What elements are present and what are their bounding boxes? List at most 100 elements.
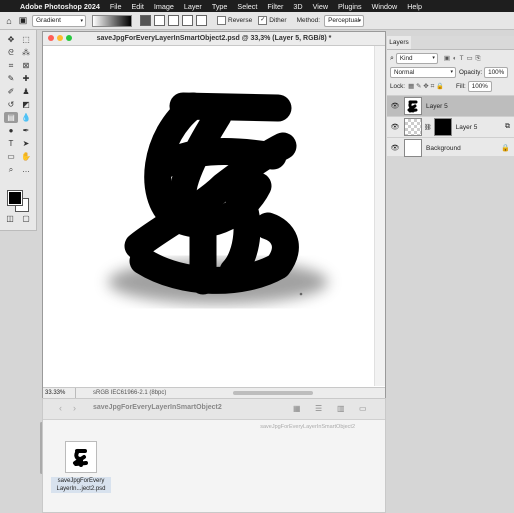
grid-view-icon[interactable]: ▦ xyxy=(293,404,301,413)
layer-thumbnail xyxy=(404,97,422,115)
blend-mode-select[interactable]: Normal ▾ xyxy=(390,67,456,78)
pen-tool-icon[interactable]: ✒ xyxy=(19,125,33,136)
eye-icon[interactable]: 👁 xyxy=(389,123,401,131)
menu-image[interactable]: Image xyxy=(154,2,174,11)
eye-icon[interactable]: 👁 xyxy=(389,102,401,110)
blend-opacity-row: Normal ▾ Opacity: 100% xyxy=(387,67,514,78)
layer-row[interactable]: 👁 Background 🔒 xyxy=(387,137,514,158)
foreground-color-swatch[interactable] xyxy=(7,190,23,206)
menu-select[interactable]: Select xyxy=(237,2,257,11)
blend-mode-value: Normal xyxy=(394,69,415,76)
layers-panel: Layers ⌕ Kind ▾ ▣◐T▭⎘ Normal ▾ Opacity: … xyxy=(387,36,514,158)
layer-name[interactable]: Background xyxy=(426,145,461,152)
layer-thumbnail xyxy=(404,139,422,157)
path-label: saveJpgForEveryLayerInSmartObject2 xyxy=(260,424,355,430)
menu-edit[interactable]: Edit xyxy=(131,2,143,11)
eyedropper-tool-icon[interactable]: ✎ xyxy=(4,73,18,84)
app-name[interactable]: Adobe Photoshop 2024 xyxy=(20,2,100,11)
menu-layer[interactable]: Layer xyxy=(184,2,202,11)
lock-label: Lock: xyxy=(390,83,406,90)
screen-mode-icon[interactable]: ▢ xyxy=(19,213,33,224)
zoom-button[interactable] xyxy=(66,35,72,41)
linear-gradient-button[interactable] xyxy=(140,15,151,26)
zoom-tool-icon[interactable]: ⌕ xyxy=(4,164,18,175)
menu-plugins[interactable]: Plugins xyxy=(338,2,362,11)
tool-preset-select[interactable]: Gradient ▾ xyxy=(32,14,86,27)
clone-stamp-tool-icon[interactable]: ♟ xyxy=(19,86,33,97)
diamond-gradient-button[interactable] xyxy=(196,15,207,26)
angle-gradient-button[interactable] xyxy=(168,15,179,26)
dither-checkbox[interactable]: ✓ xyxy=(258,16,268,25)
layer-row[interactable]: 👁 Layer 5 xyxy=(387,95,514,116)
link-icon: ⛓ xyxy=(424,124,432,131)
gradient-preview[interactable] xyxy=(92,14,132,27)
lasso-tool-icon[interactable]: ᘓ xyxy=(4,47,18,58)
brush-tool-icon[interactable]: ✐ xyxy=(4,86,18,97)
forward-icon[interactable]: › xyxy=(73,403,76,413)
menu-3d[interactable]: 3D xyxy=(293,2,302,11)
history-brush-tool-icon[interactable]: ↺ xyxy=(4,99,18,110)
minimize-button[interactable] xyxy=(57,35,63,41)
crop-tool-icon[interactable]: ⌗ xyxy=(4,60,18,71)
frame-tool-icon[interactable]: ⊠ xyxy=(19,60,33,71)
reflected-gradient-button[interactable] xyxy=(182,15,193,26)
filter-icons[interactable]: ▣◐T▭⎘ xyxy=(444,55,484,63)
layer-name[interactable]: Layer 5 xyxy=(456,124,478,131)
menu-filter[interactable]: Filter xyxy=(267,2,283,11)
menu-window[interactable]: Window xyxy=(372,2,398,11)
move-tool-icon[interactable]: ✥ xyxy=(4,34,18,45)
more-tools-icon[interactable]: … xyxy=(19,164,33,175)
layer-row[interactable]: 👁 ⛓ Layer 5 ⧉ xyxy=(387,116,514,137)
column-view-icon[interactable]: ▥ xyxy=(337,404,345,413)
file-thumbnail[interactable] xyxy=(65,441,97,473)
opacity-input[interactable]: 100% xyxy=(484,67,509,78)
chevron-down-icon: ▾ xyxy=(358,17,362,24)
file-name[interactable]: saveJpgForEvery LayerIn...ject2.psd xyxy=(51,477,111,493)
tab-layers[interactable]: Layers xyxy=(387,36,411,49)
quick-mask-icon[interactable]: ◫ xyxy=(3,213,17,224)
layer-thumbnail xyxy=(404,118,422,136)
vertical-scrollbar[interactable] xyxy=(374,46,385,386)
artboard-tool-icon[interactable]: ⬚ xyxy=(19,34,33,45)
home-icon[interactable]: ⌂ xyxy=(4,16,14,26)
document-title: saveJpgForEveryLayerInSmartObject2.psd @… xyxy=(96,35,332,42)
menu-view[interactable]: View xyxy=(313,2,328,11)
document-status-bar: 33.33% sRGB IEC61966-2.1 (8bpc) xyxy=(43,387,385,398)
color-profile-info[interactable]: sRGB IEC61966-2.1 (8bpc) xyxy=(93,388,166,398)
lock-icons[interactable]: ▦✎✥⌗🔒 xyxy=(408,82,446,91)
rectangle-tool-icon[interactable]: ▭ xyxy=(4,151,18,162)
fill-input[interactable]: 100% xyxy=(467,81,492,92)
filter-kind-select[interactable]: Kind ▾ xyxy=(395,53,438,64)
blur-tool-icon[interactable]: 💧 xyxy=(19,112,33,123)
layer-thumbnail-art xyxy=(407,100,418,113)
type-tool-icon[interactable]: T xyxy=(4,138,18,149)
path-selection-tool-icon[interactable]: ➤ xyxy=(19,138,33,149)
layer-mask-thumbnail[interactable] xyxy=(433,118,452,136)
horizontal-scrollbar[interactable] xyxy=(233,391,313,395)
canvas[interactable] xyxy=(43,46,374,386)
back-icon[interactable]: ‹ xyxy=(59,403,62,413)
folder-title: saveJpgForEveryLayerInSmartObject2 xyxy=(93,404,222,411)
eraser-tool-icon[interactable]: ◩ xyxy=(19,99,33,110)
file-name-line-2: LayerIn...ject2.psd xyxy=(56,486,106,492)
reverse-checkbox[interactable] xyxy=(217,16,226,25)
hand-tool-icon[interactable]: ✋ xyxy=(19,151,33,162)
gradient-tool-icon[interactable]: ▤ xyxy=(4,112,18,123)
magic-wand-tool-icon[interactable]: ⁂ xyxy=(19,47,33,58)
document-title-bar[interactable]: saveJpgForEveryLayerInSmartObject2.psd @… xyxy=(43,32,385,46)
gallery-view-icon[interactable]: ▭ xyxy=(359,404,367,413)
menu-type[interactable]: Type xyxy=(212,2,228,11)
tool-preset-icon[interactable]: ▣ xyxy=(18,15,28,26)
dodge-tool-icon[interactable]: ● xyxy=(4,125,18,136)
spot-healing-tool-icon[interactable]: ✚ xyxy=(19,73,33,84)
menu-file[interactable]: File xyxy=(110,2,122,11)
list-view-icon[interactable]: ☰ xyxy=(315,404,322,413)
close-button[interactable] xyxy=(48,35,54,41)
eye-icon[interactable]: 👁 xyxy=(389,144,401,152)
document-window: saveJpgForEveryLayerInSmartObject2.psd @… xyxy=(42,31,386,399)
menu-help[interactable]: Help xyxy=(407,2,422,11)
radial-gradient-button[interactable] xyxy=(154,15,165,26)
layer-name[interactable]: Layer 5 xyxy=(426,103,448,110)
method-select[interactable]: Perceptual ▾ xyxy=(324,14,365,27)
zoom-level[interactable]: 33.33% xyxy=(45,388,76,398)
